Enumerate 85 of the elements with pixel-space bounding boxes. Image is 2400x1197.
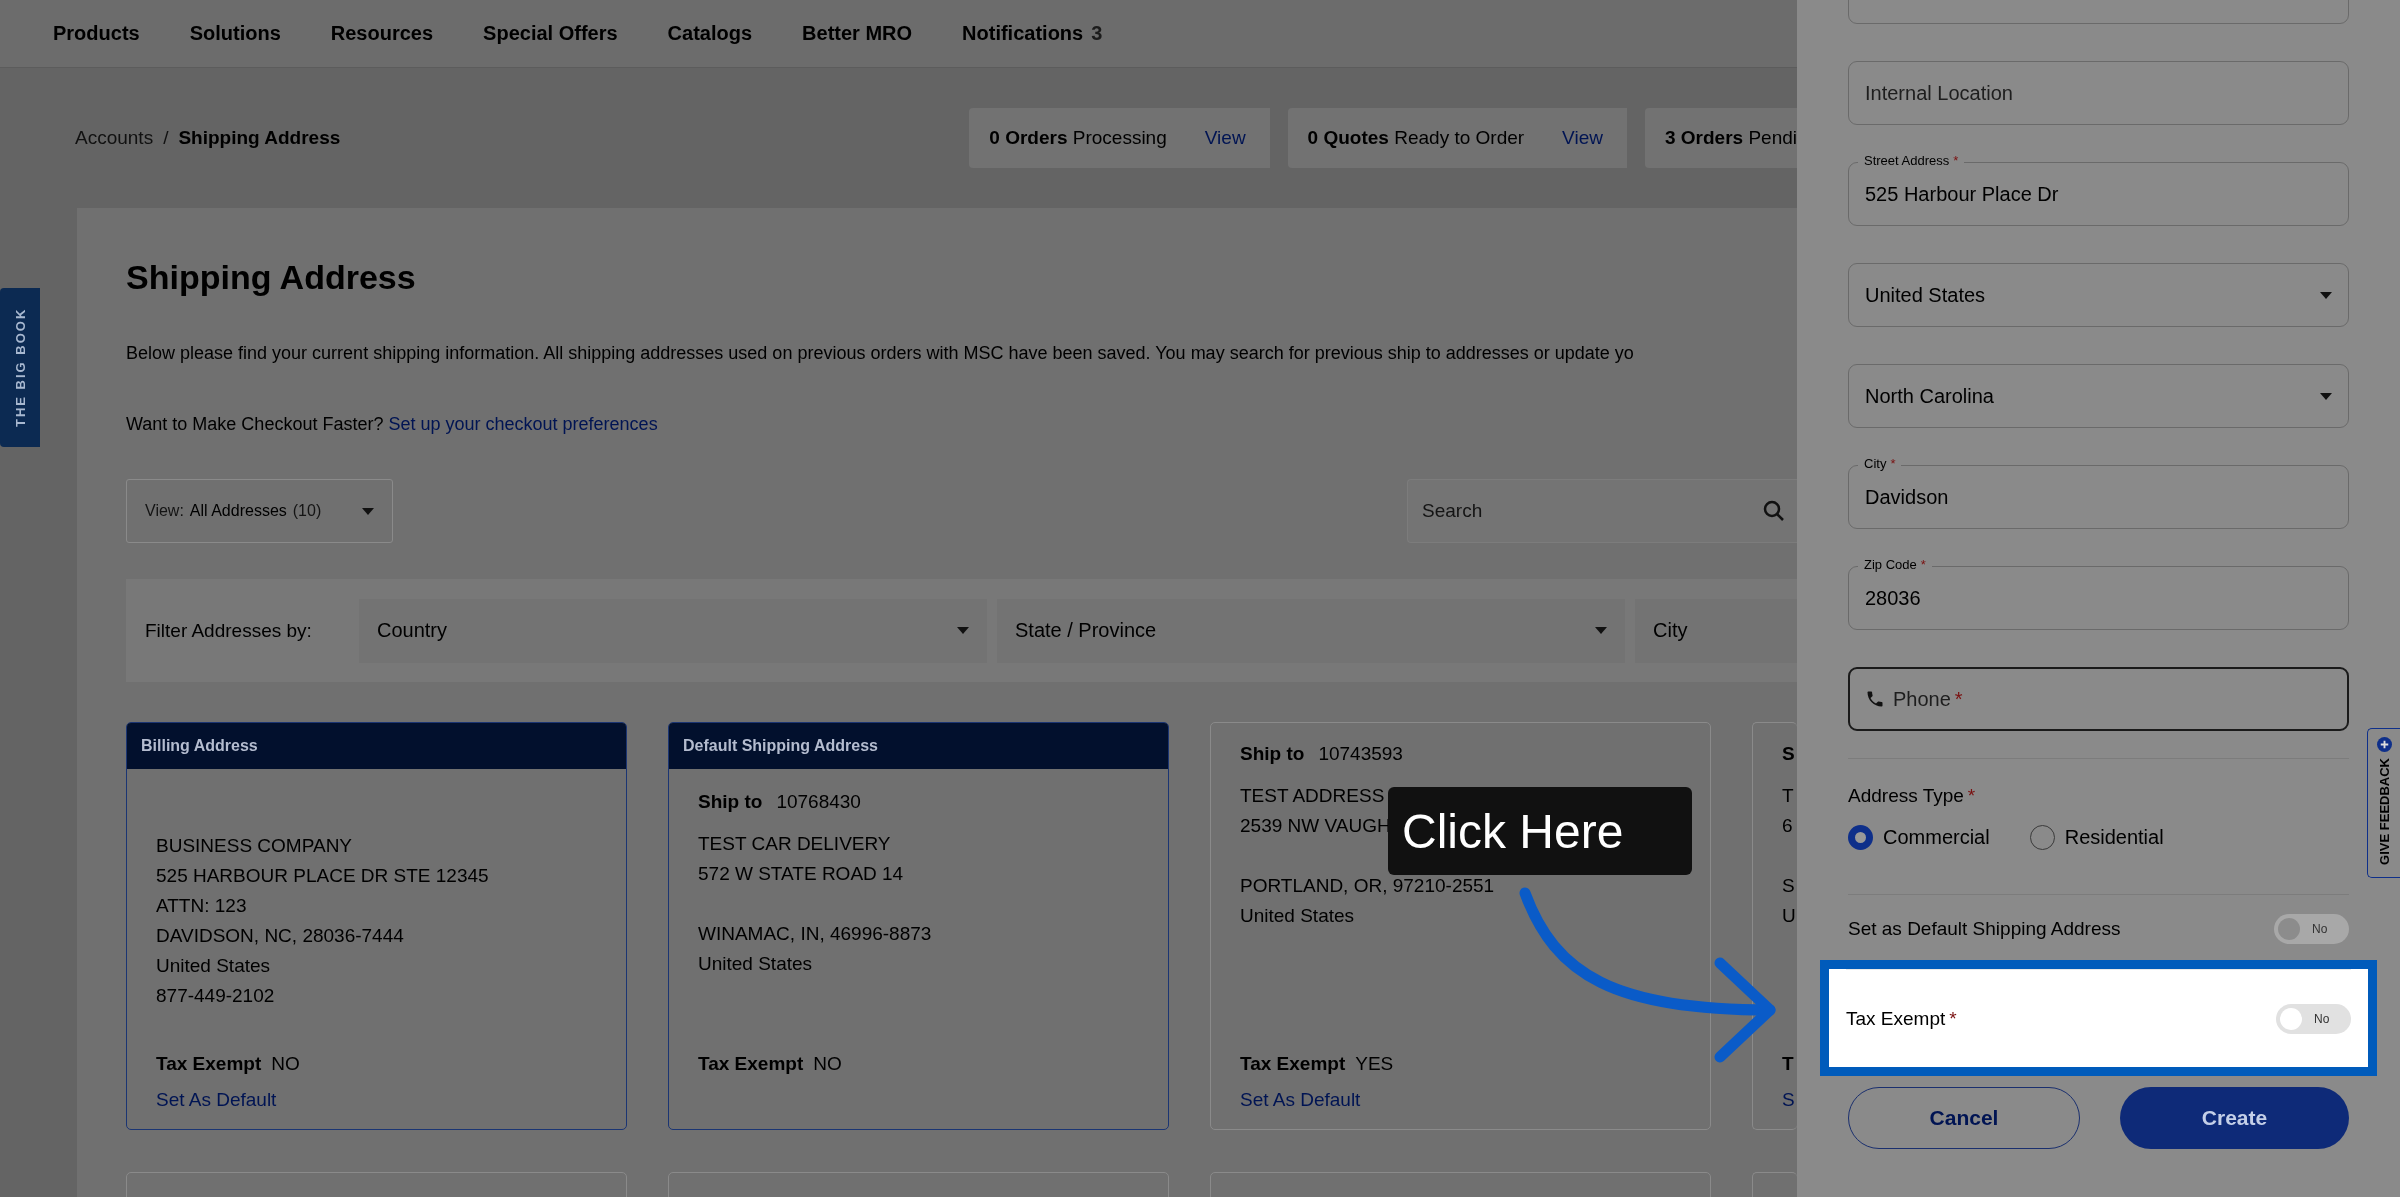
input-field[interactable]: Internal Location: [1848, 51, 2349, 125]
toggle-switch[interactable]: No: [2276, 1003, 2351, 1034]
search-field[interactable]: Search: [1407, 479, 1797, 543]
page-title: Shipping Address: [126, 258, 417, 297]
checkout-preferences-link[interactable]: Set up your checkout preferences: [388, 414, 658, 434]
address-line: United States: [698, 952, 813, 976]
view-select[interactable]: View: All Addresses (10): [126, 479, 393, 543]
tax-exempt-value: YES: [1355, 1053, 1394, 1075]
filter-select[interactable]: City: [1635, 598, 1797, 663]
nav-link[interactable]: Resources: [330, 22, 434, 45]
order-status-text: 0 Orders Processing: [989, 127, 1167, 149]
address-line: 572 W STATE ROAD 14: [698, 862, 904, 886]
ship-to-number: 10743593: [1318, 743, 1403, 765]
input-field[interactable]: Street Address * 525 Harbour Place Dr: [1848, 152, 2349, 226]
create-button[interactable]: Create: [2120, 1087, 2349, 1149]
set-default-link[interactable]: Set As Default: [1240, 1089, 1361, 1110]
filter-select[interactable]: Country: [359, 598, 987, 663]
breadcrumb-link[interactable]: Shipping Address: [178, 127, 341, 149]
nav-link[interactable]: Notifications 3: [962, 22, 1103, 45]
ship-to-label: Ship to: [698, 791, 763, 813]
input-field[interactable]: City * Davidson: [1848, 455, 2349, 529]
address-line: PORTLAND, OR, 97210-2551: [1240, 874, 1495, 898]
plus-icon: [2376, 737, 2392, 752]
view-link[interactable]: View: [1562, 127, 1603, 149]
nav-link[interactable]: Catalogs: [667, 22, 753, 45]
filter-select[interactable]: State / Province: [997, 598, 1625, 663]
address-line: TEST CAR DELIVERY: [698, 832, 891, 856]
order-status-text: 0 Quotes Ready to Order: [1307, 127, 1525, 149]
caret-icon: [957, 627, 969, 634]
radio-option[interactable]: Commercial: [1848, 825, 1990, 850]
nav-link[interactable]: Products: [53, 22, 140, 45]
address-line: ATTN: 123: [156, 894, 247, 918]
address-line: United States: [1240, 904, 1355, 928]
address-line: United States: [156, 954, 271, 978]
view-link[interactable]: View: [1204, 127, 1246, 149]
address-line: T: [1782, 784, 1794, 808]
caret-icon: [1595, 627, 1607, 634]
address-type-label: Address Type *: [1848, 785, 1977, 807]
checkout-prompt: Want to Make Checkout Faster? Set up your checkout preferences: [126, 414, 659, 435]
address-line: TEST ADDRESS: [1240, 784, 1385, 808]
nav-link[interactable]: Better MRO: [802, 22, 913, 45]
feedback-tab[interactable]: GIVE FEEDBACK: [2367, 728, 2400, 878]
search-icon[interactable]: [1763, 500, 1785, 522]
address-line: 877-449-2102: [156, 984, 275, 1008]
card-header: Default Shipping Address: [669, 723, 1168, 769]
nav-link[interactable]: Special Offers: [483, 22, 618, 45]
tax-exempt-value: NO: [271, 1053, 300, 1075]
breadcrumb-separator: /: [163, 127, 169, 149]
set-default-link[interactable]: Set As Default: [156, 1089, 277, 1110]
tax-exempt-label: Tax Exempt: [698, 1053, 804, 1075]
tax-exempt-label: Tax Exempt: [156, 1053, 262, 1075]
filter-label: Filter Addresses by:: [145, 619, 313, 642]
toggle-label: Set as Default Shipping Address: [1848, 918, 2121, 940]
tax-exempt-value: NO: [813, 1053, 842, 1075]
address-line: BUSINESS COMPANY: [156, 834, 353, 858]
ship-to-label: Ship to: [1240, 743, 1305, 765]
card-header: Billing Address: [127, 723, 626, 769]
address-line: 6: [1782, 814, 1793, 838]
phone-icon: [1865, 689, 1885, 709]
description-text: Below please find your current shipping information. All shipping addresses used on previous orders with MSC have been saved. You may search for previous ship to addresses or update yo: [126, 343, 1635, 364]
order-status-text: 3 Orders Pendi: [1664, 127, 1797, 149]
caret-icon: [362, 507, 374, 515]
select-field[interactable]: North Carolina: [1848, 354, 2349, 428]
address-line: U: [1782, 904, 1796, 928]
tax-exempt-label: T: [1782, 1053, 1794, 1075]
set-default-link[interactable]: S: [1782, 1089, 1795, 1110]
ship-to-label: S: [1782, 743, 1795, 765]
address-line: S: [1782, 874, 1795, 898]
breadcrumb-link[interactable]: Accounts: [75, 127, 154, 149]
toggle-switch[interactable]: No: [2274, 914, 2349, 944]
input-field[interactable]: Zip Code * 28036: [1848, 556, 2349, 630]
select-field[interactable]: United States: [1848, 253, 2349, 327]
toggle-label: Tax Exempt *: [1846, 1007, 1957, 1030]
nav-link[interactable]: Solutions: [189, 22, 281, 45]
tax-exempt-label: Tax Exempt: [1240, 1053, 1346, 1075]
radio-option[interactable]: Residential: [2029, 825, 2164, 850]
side-tab[interactable]: THE BIG BOOK: [0, 288, 40, 447]
address-line: DAVIDSON, NC, 28036-7444: [156, 924, 404, 948]
ship-to-number: 10768430: [776, 791, 861, 813]
address-line: WINAMAC, IN, 46996-8873: [698, 922, 932, 946]
input-field[interactable]: Phone *: [1848, 657, 2349, 731]
address-line: 525 HARBOUR PLACE DR STE 12345: [156, 864, 489, 888]
caret-icon: [2320, 291, 2332, 299]
caret-icon: [2320, 392, 2332, 400]
tooltip: Click Here: [1388, 787, 1692, 875]
